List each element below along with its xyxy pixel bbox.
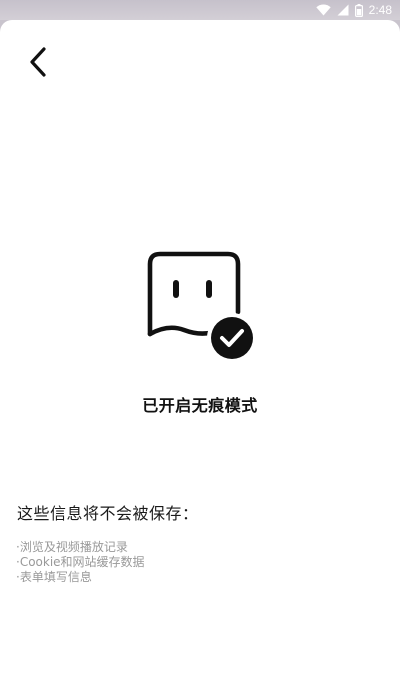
battery-icon bbox=[354, 3, 363, 17]
wifi-icon bbox=[315, 4, 331, 16]
chevron-left-icon bbox=[30, 47, 46, 77]
info-list: ·浏览及视频播放记录 ·Cookie和网站缓存数据 ·表单填写信息 bbox=[16, 540, 145, 585]
list-item: ·浏览及视频播放记录 bbox=[16, 540, 128, 554]
signal-icon bbox=[337, 4, 349, 16]
list-item: ·Cookie和网站缓存数据 bbox=[16, 555, 145, 569]
info-title: 这些信息将不会被保存： bbox=[17, 504, 199, 523]
status-bar: 2:48 bbox=[0, 0, 400, 20]
incognito-title: 已开启无痕模式 bbox=[142, 396, 258, 415]
ghost-check-icon bbox=[147, 251, 257, 360]
list-item: ·表单填写信息 bbox=[16, 570, 92, 584]
incognito-page: 已开启无痕模式 这些信息将不会被保存： ·浏览及视频播放记录 ·Cookie和网… bbox=[0, 20, 400, 694]
status-icons: 2:48 bbox=[315, 1, 392, 19]
back-button[interactable] bbox=[18, 40, 58, 84]
status-time: 2:48 bbox=[368, 3, 392, 17]
